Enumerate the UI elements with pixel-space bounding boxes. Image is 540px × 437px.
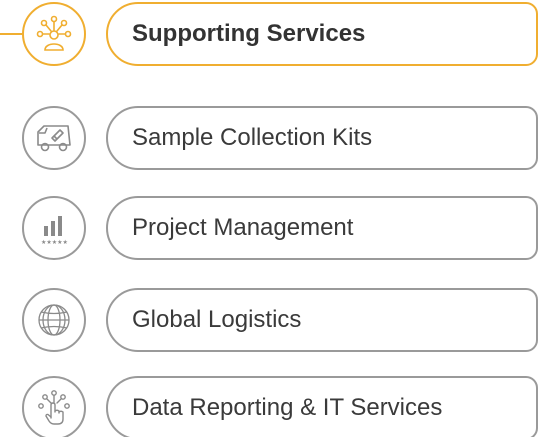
menu-item-supporting-services[interactable]: Supporting Services (0, 0, 540, 70)
touch-network-icon[interactable] (22, 376, 86, 437)
menu-item-label: Global Logistics (106, 288, 538, 352)
menu-item-label: Data Reporting & IT Services (106, 376, 538, 437)
svg-text:★★★★★: ★★★★★ (41, 239, 68, 246)
menu-item-label: Supporting Services (106, 2, 538, 66)
menu-item-data-reporting-it-services[interactable]: Data Reporting & IT Services (0, 372, 540, 437)
menu-item-label: Project Management (106, 196, 538, 260)
menu-item-sample-collection-kits[interactable]: Sample Collection Kits (0, 102, 540, 174)
menu-item-project-management[interactable]: ★★★★★ Project Management (0, 192, 540, 264)
network-person-icon[interactable] (22, 2, 86, 66)
menu-item-global-logistics[interactable]: Global Logistics (0, 284, 540, 356)
menu-item-label: Sample Collection Kits (106, 106, 538, 170)
delivery-van-icon[interactable] (22, 106, 86, 170)
bar-chart-rating-icon[interactable]: ★★★★★ (22, 196, 86, 260)
active-connector-line (0, 33, 22, 35)
globe-icon[interactable] (22, 288, 86, 352)
services-menu: Supporting Services Sample Collection Ki… (0, 0, 540, 437)
